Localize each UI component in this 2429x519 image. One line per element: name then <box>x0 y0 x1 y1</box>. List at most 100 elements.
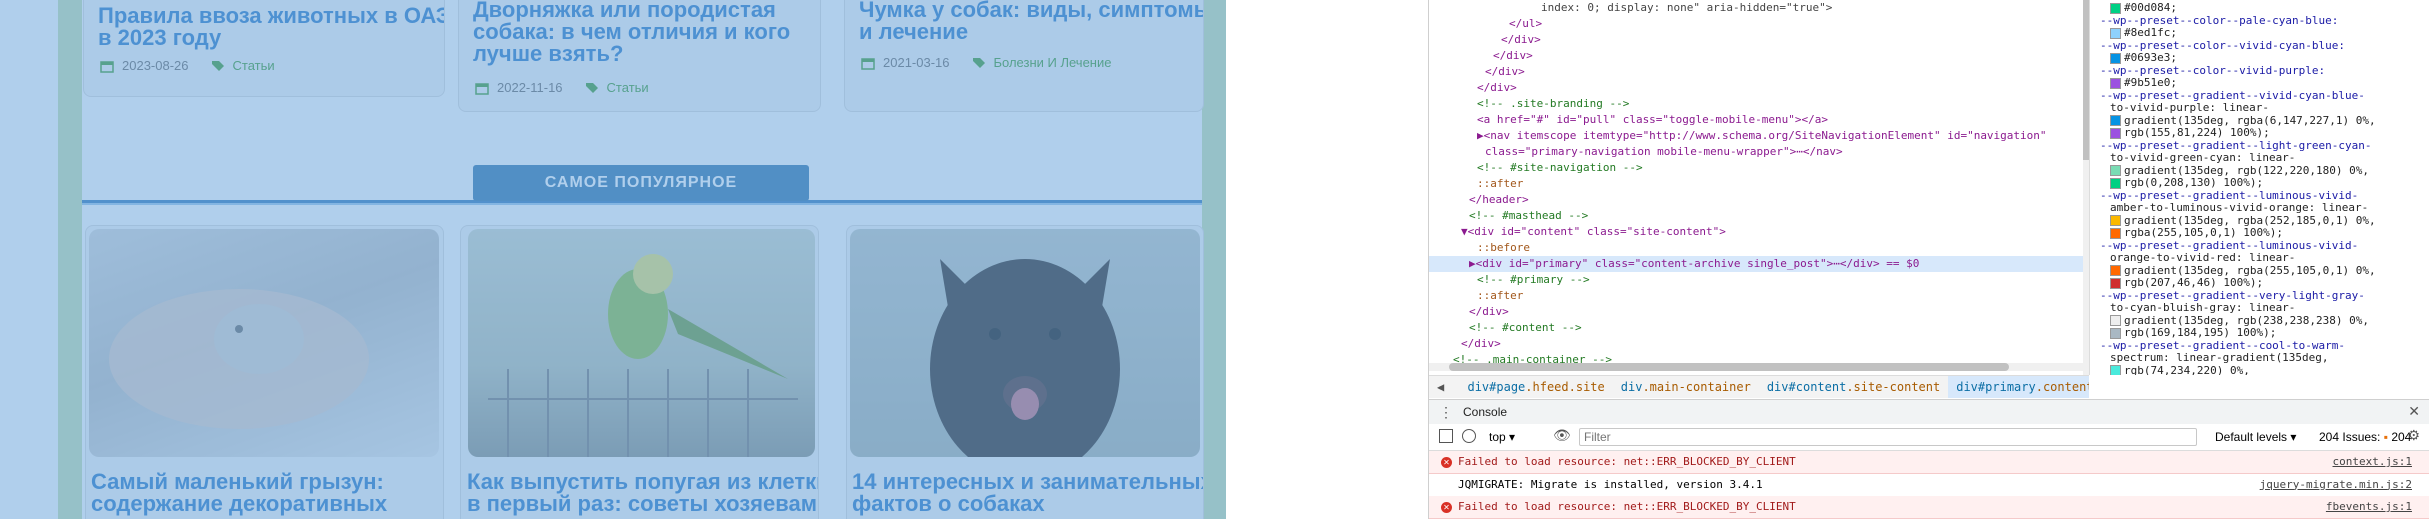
article-card[interactable]: Чумка у собак: виды, симптомы и лечение … <box>844 0 1204 112</box>
log-levels-dropdown[interactable]: Default levels ▾ <box>2215 424 2296 450</box>
issues-label: 204 Issues: <box>2319 430 2381 444</box>
console-messages: ✕Failed to load resource: net::ERR_BLOCK… <box>1429 451 2429 519</box>
black-dog-photo[interactable] <box>850 229 1200 457</box>
dom-node-line[interactable]: index: 0; display: none" aria-hidden="tr… <box>1429 0 2089 16</box>
dom-node-line[interactable]: </div> <box>1429 32 2089 48</box>
dom-node-line[interactable]: ::before <box>1429 240 2089 256</box>
console-info-message[interactable]: JQMIGRATE: Migrate is installed, version… <box>1429 474 2429 497</box>
console-filter-input[interactable] <box>1579 428 2197 446</box>
css-text: rgb(74,234,220) 0%, <box>2124 363 2250 376</box>
dom-node-line[interactable]: <!-- #content --> <box>1429 320 2089 336</box>
elements-tree[interactable]: index: 0; display: none" aria-hidden="tr… <box>1429 0 2089 375</box>
page-side-border-right <box>1202 0 1226 519</box>
article-title[interactable]: Как выпустить попугая из клетки в первый… <box>467 471 818 515</box>
issues-counter[interactable]: 204 Issues: ▪ 204 <box>2319 424 2411 450</box>
dom-node-line[interactable]: <a href="#" id="pull" class="toggle-mobi… <box>1429 112 2089 128</box>
console-message-text: Failed to load resource: net::ERR_BLOCKE… <box>1458 500 1796 513</box>
breadcrumb-class: .content-archive.single_post <box>2035 380 2089 394</box>
viewport-blank-area <box>1226 0 1428 519</box>
article-title[interactable]: Правила ввоза животных в ОАЭ в 2023 году <box>98 5 444 49</box>
context-selector-label: top <box>1489 430 1506 444</box>
scrollbar-thumb[interactable] <box>1449 363 2009 371</box>
console-source-link[interactable]: context.js:1 <box>2333 451 2412 473</box>
breadcrumb-tag: div <box>1467 380 1490 394</box>
breadcrumb-item[interactable]: div#primary.content-archive.single_post <box>1948 376 2089 398</box>
article-title[interactable]: Самый маленький грызун: содержание декор… <box>91 471 387 515</box>
breadcrumb-item[interactable]: div.main-container <box>1613 376 1759 398</box>
close-drawer-icon[interactable]: ✕ <box>2408 403 2420 420</box>
console-source-link[interactable]: jquery-migrate.min.js:2 <box>2260 474 2412 496</box>
console-toolbar: top ▾ 👁 Default levels ▾ 204 Issues: ▪ 2… <box>1429 424 2429 451</box>
dom-node-line[interactable]: ::after <box>1429 288 2089 304</box>
dom-node-line[interactable]: </div> <box>1429 80 2089 96</box>
selected-dom-node[interactable]: ▶<div id="primary" class="content-archiv… <box>1429 256 2089 272</box>
dom-node-line[interactable]: </div> <box>1429 48 2089 64</box>
dom-node-line[interactable]: <!-- #site-navigation --> <box>1429 160 2089 176</box>
dom-node-line[interactable]: ▼<div id="content" class="site-content"> <box>1429 224 2089 240</box>
breadcrumb-class: .hfeed.site <box>1525 380 1605 394</box>
article-date: 2023-08-26 <box>122 58 189 73</box>
drawer-menu-icon[interactable]: ⋮ <box>1439 404 1453 421</box>
dom-breadcrumb[interactable]: ◀ div#page.hfeed.site div.main-container d… <box>1429 375 2089 398</box>
article-card[interactable]: Правила ввоза животных в ОАЭ в 2023 году… <box>83 0 445 97</box>
breadcrumb-item[interactable]: div#content.site-content <box>1759 376 1948 398</box>
styles-pane[interactable]: #00d084; --wp--preset--color--pale-cyan-b… <box>2089 0 2429 375</box>
dom-node-line[interactable]: <!-- .site-branding --> <box>1429 96 2089 112</box>
breadcrumb-arrow-left-icon[interactable]: ◀ <box>1429 376 1452 398</box>
webpage-viewport[interactable]: Правила ввоза животных в ОАЭ в 2023 году… <box>0 0 1428 519</box>
dom-node-line[interactable]: ▶<nav itemscope itemtype="http://www.sch… <box>1429 128 2089 144</box>
hamster-in-hand-photo[interactable] <box>89 229 439 457</box>
tag-icon <box>972 56 986 70</box>
article-title[interactable]: Чумка у собак: виды, симптомы и лечение <box>859 0 1203 43</box>
tab-console[interactable]: Console <box>1455 400 1516 426</box>
breadcrumb-item[interactable]: div#page.hfeed.site <box>1459 376 1612 398</box>
article-card[interactable]: Дворняжка или породистая собака: в чем о… <box>458 0 821 112</box>
breadcrumb-tag: div <box>1766 380 1789 394</box>
dom-node-line[interactable]: </div> <box>1429 304 2089 320</box>
breadcrumb-id: #page <box>1489 380 1526 394</box>
article-category[interactable]: Статьи <box>233 58 275 73</box>
article-date: 2022-11-16 <box>497 80 563 95</box>
console-message-text: Failed to load resource: net::ERR_BLOCKE… <box>1458 455 1796 468</box>
devtools-panel[interactable]: index: 0; display: none" aria-hidden="tr… <box>1428 0 2429 519</box>
dom-node-line[interactable]: class="primary-navigation mobile-menu-wr… <box>1429 144 2089 160</box>
console-error-message[interactable]: ✕ Failed to load resource: net::ERR_BLOCK… <box>1429 451 2429 474</box>
context-selector[interactable]: top ▾ <box>1489 424 1515 450</box>
sidebar-toggle-icon[interactable] <box>1439 429 1453 443</box>
dom-node-line[interactable]: <!-- #primary --> <box>1429 272 2089 288</box>
css-declaration-line[interactable]: rgb(74,234,220) 0%, <box>2110 363 2250 376</box>
console-settings-gear-icon[interactable]: ⚙ <box>2407 427 2420 444</box>
breadcrumb-class: .site-content <box>1846 380 1941 394</box>
breadcrumb-class: .main-container <box>1642 380 1751 394</box>
clear-console-icon[interactable] <box>1462 429 1476 443</box>
console-source-link[interactable]: fbevents.js:1 <box>2326 496 2412 518</box>
budgie-on-cage-photo[interactable] <box>468 229 815 457</box>
dom-node-line[interactable]: ::after <box>1429 176 2089 192</box>
breadcrumb-id: #primary <box>1977 380 2036 394</box>
article-title[interactable]: 14 интересных и занимательных фактов о с… <box>852 471 1203 515</box>
calendar-icon <box>100 59 114 73</box>
error-icon: ✕ <box>1441 501 1452 513</box>
console-error-message[interactable]: ✕ Failed to load resource: net::ERR_BLOCK… <box>1429 496 2429 519</box>
dom-node-line[interactable]: </ul> <box>1429 16 2089 32</box>
section-divider-shadow <box>82 203 1202 205</box>
log-levels-label: Default levels <box>2215 430 2288 444</box>
dom-node-line[interactable]: <!-- #masthead --> <box>1429 208 2089 224</box>
article-card[interactable]: Самый маленький грызун: содержание декор… <box>85 225 444 519</box>
breadcrumb-tag: div <box>1620 380 1643 394</box>
elements-scrollbar-horizontal[interactable] <box>1429 363 2083 371</box>
article-card[interactable]: Как выпустить попугая из клетки в первый… <box>460 225 819 519</box>
dom-node-line[interactable]: </header> <box>1429 192 2089 208</box>
article-title[interactable]: Дворняжка или породистая собака: в чем о… <box>473 0 790 65</box>
error-icon: ✕ <box>1441 456 1452 468</box>
live-expression-eye-icon[interactable]: 👁 <box>1553 427 1571 444</box>
article-card[interactable]: 14 интересных и занимательных фактов о с… <box>846 225 1204 519</box>
article-category[interactable]: Статьи <box>607 80 649 95</box>
color-swatch-icon[interactable] <box>2110 365 2121 375</box>
breadcrumb-id: #content <box>1788 380 1847 394</box>
dom-node-line[interactable]: </div> <box>1429 64 2089 80</box>
article-category[interactable]: Болезни И Лечение <box>994 55 1112 70</box>
issue-flag-icon: ▪ <box>2383 430 2388 444</box>
drawer-tabbar: ⋮ Console ✕ <box>1429 399 2429 426</box>
dom-node-line[interactable]: </div> <box>1429 336 2089 352</box>
